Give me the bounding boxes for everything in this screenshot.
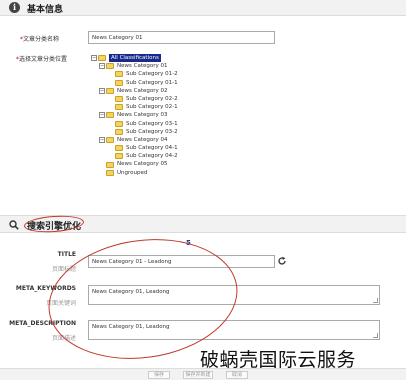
folder-icon bbox=[106, 136, 114, 143]
tree-item[interactable]: Sub Category 03-2 bbox=[91, 128, 178, 136]
tree-item-label: Sub Category 03-2 bbox=[126, 128, 178, 135]
save-and-new-button[interactable]: 保存并新建 bbox=[183, 371, 213, 379]
search-icon bbox=[9, 220, 19, 230]
tree-item[interactable]: Sub Category 04-2 bbox=[91, 152, 178, 160]
folder-icon bbox=[106, 63, 114, 70]
collapse-toggle-icon[interactable]: − bbox=[99, 136, 105, 143]
cancel-button[interactable]: 取消 bbox=[226, 371, 248, 379]
category-position-label: *选择文章分类位置 bbox=[16, 56, 68, 63]
info-icon: i bbox=[9, 2, 20, 13]
category-tree: − All Classifications − News Category 01 Sub… bbox=[91, 54, 178, 177]
tree-item[interactable]: − News Category 03 bbox=[91, 111, 178, 119]
folder-icon bbox=[115, 104, 123, 111]
tree-item[interactable]: Sub Category 04-1 bbox=[91, 144, 178, 152]
collapse-toggle-icon[interactable]: − bbox=[99, 112, 105, 119]
folder-icon bbox=[115, 145, 123, 152]
collapse-toggle-icon[interactable]: − bbox=[99, 63, 105, 70]
resize-grip-icon[interactable] bbox=[373, 333, 378, 338]
tree-item[interactable]: Sub Category 03-1 bbox=[91, 120, 178, 128]
tree-item[interactable]: − News Category 04 bbox=[91, 136, 178, 144]
tree-item-label: News Category 05 bbox=[117, 161, 168, 168]
folder-icon bbox=[106, 169, 114, 176]
tree-item[interactable]: Sub Category 01-1 bbox=[91, 79, 178, 87]
basic-info-section: *文章分类名称 News Category 01 *选择文章分类位置 bbox=[0, 17, 406, 214]
folder-icon bbox=[115, 153, 123, 160]
folder-icon bbox=[115, 120, 123, 127]
folder-icon bbox=[115, 128, 123, 135]
tree-item-label: News Category 04 bbox=[117, 136, 168, 143]
watermark-text: 破蜗壳国际云服务 bbox=[200, 349, 357, 371]
tree-item-label: Sub Category 01-2 bbox=[126, 71, 178, 78]
folder-icon bbox=[106, 87, 114, 94]
folder-icon bbox=[98, 55, 106, 62]
folder-icon bbox=[115, 79, 123, 86]
tree-item-label: News Category 02 bbox=[117, 87, 168, 94]
folder-icon bbox=[106, 161, 114, 168]
tree-item[interactable]: News Category 05 bbox=[91, 160, 178, 168]
tree-item[interactable]: Ungrouped bbox=[91, 169, 178, 177]
tree-item[interactable]: Sub Category 02-1 bbox=[91, 103, 178, 111]
category-name-label: *文章分类名称 bbox=[20, 36, 60, 43]
tree-item-label: Sub Category 04-2 bbox=[126, 153, 178, 160]
tree-item[interactable]: Sub Category 02-2 bbox=[91, 95, 178, 103]
folder-icon bbox=[115, 96, 123, 103]
basic-info-header: i 基本信息 bbox=[0, 0, 406, 16]
resize-grip-icon[interactable] bbox=[373, 298, 378, 303]
tree-item-label: Sub Category 04-1 bbox=[126, 145, 178, 152]
tree-item-label: Sub Category 03-1 bbox=[126, 120, 178, 127]
tree-item-label: Sub Category 02-1 bbox=[126, 104, 178, 111]
basic-info-title: 基本信息 bbox=[27, 5, 64, 15]
tree-item-label: Sub Category 01-1 bbox=[126, 79, 178, 86]
refresh-icon[interactable] bbox=[277, 256, 287, 266]
tree-item[interactable]: − All Classifications bbox=[91, 54, 178, 63]
tree-item-label: Ungrouped bbox=[117, 169, 148, 176]
tree-item-label: News Category 03 bbox=[117, 112, 168, 119]
tree-item[interactable]: − News Category 02 bbox=[91, 87, 178, 95]
collapse-toggle-icon[interactable]: − bbox=[91, 55, 97, 62]
collapse-toggle-icon[interactable]: − bbox=[99, 87, 105, 94]
folder-icon bbox=[106, 112, 114, 119]
tree-item-label: Sub Category 02-2 bbox=[126, 95, 178, 102]
tree-item[interactable]: − News Category 01 bbox=[91, 62, 178, 70]
folder-icon bbox=[115, 71, 123, 78]
tree-item[interactable]: Sub Category 01-2 bbox=[91, 70, 178, 78]
tree-item-label: News Category 01 bbox=[117, 63, 168, 70]
tree-item-label: All Classifications bbox=[109, 54, 161, 63]
save-button[interactable]: 保存 bbox=[148, 371, 170, 379]
title-label: TITLE bbox=[57, 251, 76, 258]
category-name-input[interactable]: News Category 01 bbox=[88, 31, 275, 44]
